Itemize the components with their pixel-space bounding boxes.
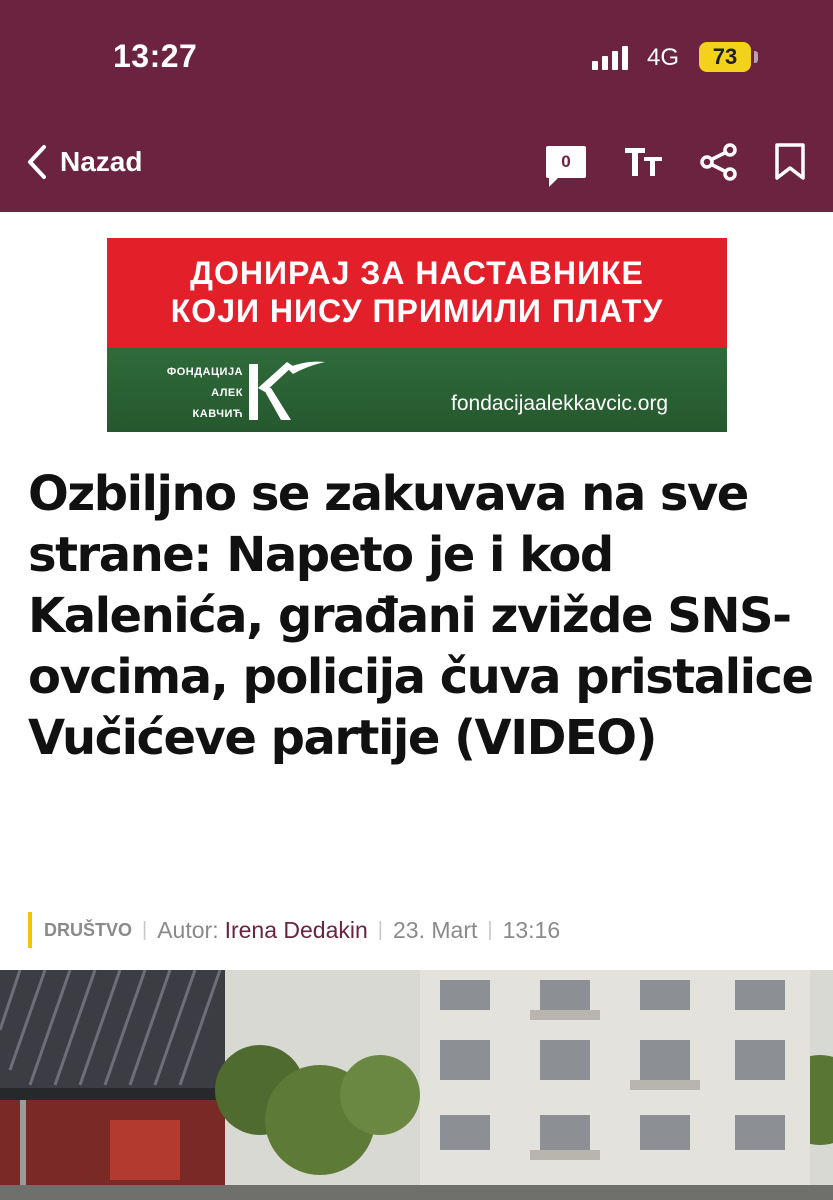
ad-banner-bottom: ФОНДАЦИЈА АЛЕК КАВЧИЋ fondacijaalekkavci… [107, 348, 727, 432]
signal-icon [592, 44, 632, 70]
foundation-logo-icon [249, 361, 325, 420]
text-size-button[interactable] [625, 138, 663, 186]
article-meta: DRUŠTVO | Autor: Irena Dedakin | 23. Mar… [28, 912, 560, 948]
article-category[interactable]: DRUŠTVO [44, 920, 132, 941]
meta-separator: | [142, 918, 148, 941]
foundation-url: fondacijaalekkavcic.org [451, 392, 669, 415]
article-time: 13:16 [502, 916, 561, 943]
battery-tip [754, 51, 758, 63]
article-date: 23. Mart [393, 916, 478, 943]
back-label: Nazad [60, 146, 143, 177]
ad-banner[interactable]: ДОНИРАЈ ЗА НАСТАВНИКЕ КОЈИ НИСУ ПРИМИЛИ … [107, 238, 727, 432]
ad-banner-top: ДОНИРАЈ ЗА НАСТАВНИКЕ КОЈИ НИСУ ПРИМИЛИ … [107, 238, 727, 348]
status-time: 13:27 [113, 38, 198, 74]
share-icon [700, 143, 737, 181]
ad-banner-line1: ДОНИРАЈ ЗА НАСТАВНИКЕ [190, 255, 644, 291]
chevron-left-icon [28, 145, 46, 179]
network-type: 4G [647, 44, 680, 71]
foundation-line2: АЛЕК [211, 387, 243, 399]
author-name[interactable]: Irena Dedakin [225, 917, 368, 944]
comments-count: 0 [546, 146, 586, 187]
article-headline: Ozbiljno se zakuvava na sve strane: Nape… [28, 466, 814, 766]
meta-separator: | [377, 918, 383, 941]
author-label: Autor: [157, 916, 219, 943]
foundation-line1: ФОНДАЦИЈА [166, 366, 243, 378]
street-scene-image [0, 970, 833, 1200]
text-size-icon [625, 148, 662, 176]
meta-separator: | [487, 918, 493, 941]
ad-banner-line2: КОЈИ НИСУ ПРИМИЛИ ПЛАТУ [170, 293, 664, 329]
share-button[interactable] [700, 138, 738, 186]
battery-indicator: 73 [699, 42, 751, 72]
bookmark-icon [775, 143, 805, 180]
back-button[interactable]: Nazad [26, 138, 142, 186]
category-accent-bar [28, 912, 32, 948]
comments-button[interactable]: 0 [546, 138, 586, 187]
foundation-line3: КАВЧИЋ [192, 408, 243, 420]
article-photo[interactable] [0, 970, 833, 1200]
bookmark-button[interactable] [774, 138, 806, 186]
app-header: 13:27 4G 73 Nazad 0 [0, 0, 833, 212]
foundation-name: ФОНДАЦИЈА АЛЕК КАВЧИЋ [107, 362, 243, 425]
